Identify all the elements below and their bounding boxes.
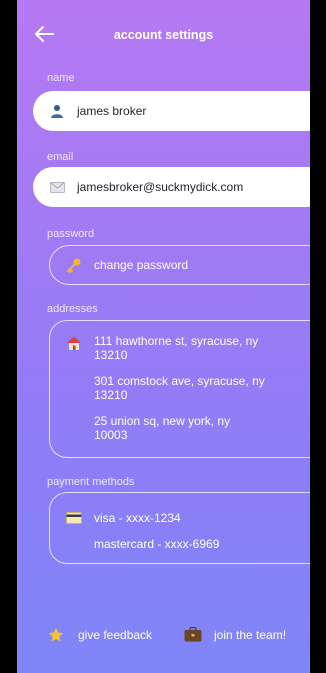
person-icon	[49, 103, 65, 119]
email-value: jamesbroker@suckmydick.com	[77, 180, 244, 194]
address-item[interactable]: 301 comstock ave, syracuse, ny 13210	[66, 374, 310, 402]
footer: give feedback join the team!	[17, 626, 310, 647]
payment-methods-label: payment methods	[47, 476, 135, 488]
change-password-label: change password	[94, 258, 189, 272]
addresses-label: addresses	[47, 303, 98, 315]
address-item[interactable]: 25 union sq, new york, ny 10003	[66, 414, 310, 442]
address-zip: 13210	[94, 348, 128, 362]
give-feedback-label: give feedback	[78, 628, 153, 642]
key-icon	[66, 257, 82, 273]
briefcase-icon	[184, 626, 202, 643]
addresses-box: 111 hawthorne st, syracuse, ny 13210 301…	[49, 320, 310, 458]
address-line: 25 union sq, new york, ny	[94, 414, 231, 428]
payment-label: visa - xxxx-1234	[94, 511, 181, 525]
page-title: account settings	[113, 28, 214, 42]
payment-methods-box: visa - xxxx-1234 mastercard - xxxx-6969	[49, 492, 310, 564]
name-field[interactable]: james broker	[33, 91, 310, 131]
name-value: james broker	[77, 104, 147, 118]
address-item[interactable]: 111 hawthorne st, syracuse, ny 13210	[66, 334, 310, 362]
credit-card-icon	[66, 512, 82, 528]
address-zip: 13210	[94, 388, 128, 402]
header: account settings	[17, 22, 310, 50]
payment-item[interactable]: mastercard - xxxx-6969	[66, 537, 310, 551]
payment-item[interactable]: visa - xxxx-1234	[66, 511, 310, 528]
email-label: email	[47, 151, 74, 163]
change-password-button[interactable]: change password	[49, 245, 310, 285]
name-label: name	[47, 72, 75, 84]
email-field[interactable]: jamesbroker@suckmydick.com	[33, 167, 310, 207]
address-line: 301 comstock ave, syracuse, ny	[94, 374, 265, 388]
address-zip: 10003	[94, 428, 128, 442]
join-team-button[interactable]: join the team!	[184, 626, 287, 643]
star-icon	[48, 627, 64, 643]
house-icon	[66, 335, 82, 351]
join-team-label: join the team!	[214, 628, 287, 642]
password-label: password	[47, 228, 95, 240]
give-feedback-button[interactable]: give feedback	[48, 627, 152, 643]
account-settings-screen: account settings name james broker email…	[17, 0, 310, 673]
envelope-icon	[49, 179, 65, 195]
address-line: 111 hawthorne st, syracuse, ny	[94, 334, 259, 348]
